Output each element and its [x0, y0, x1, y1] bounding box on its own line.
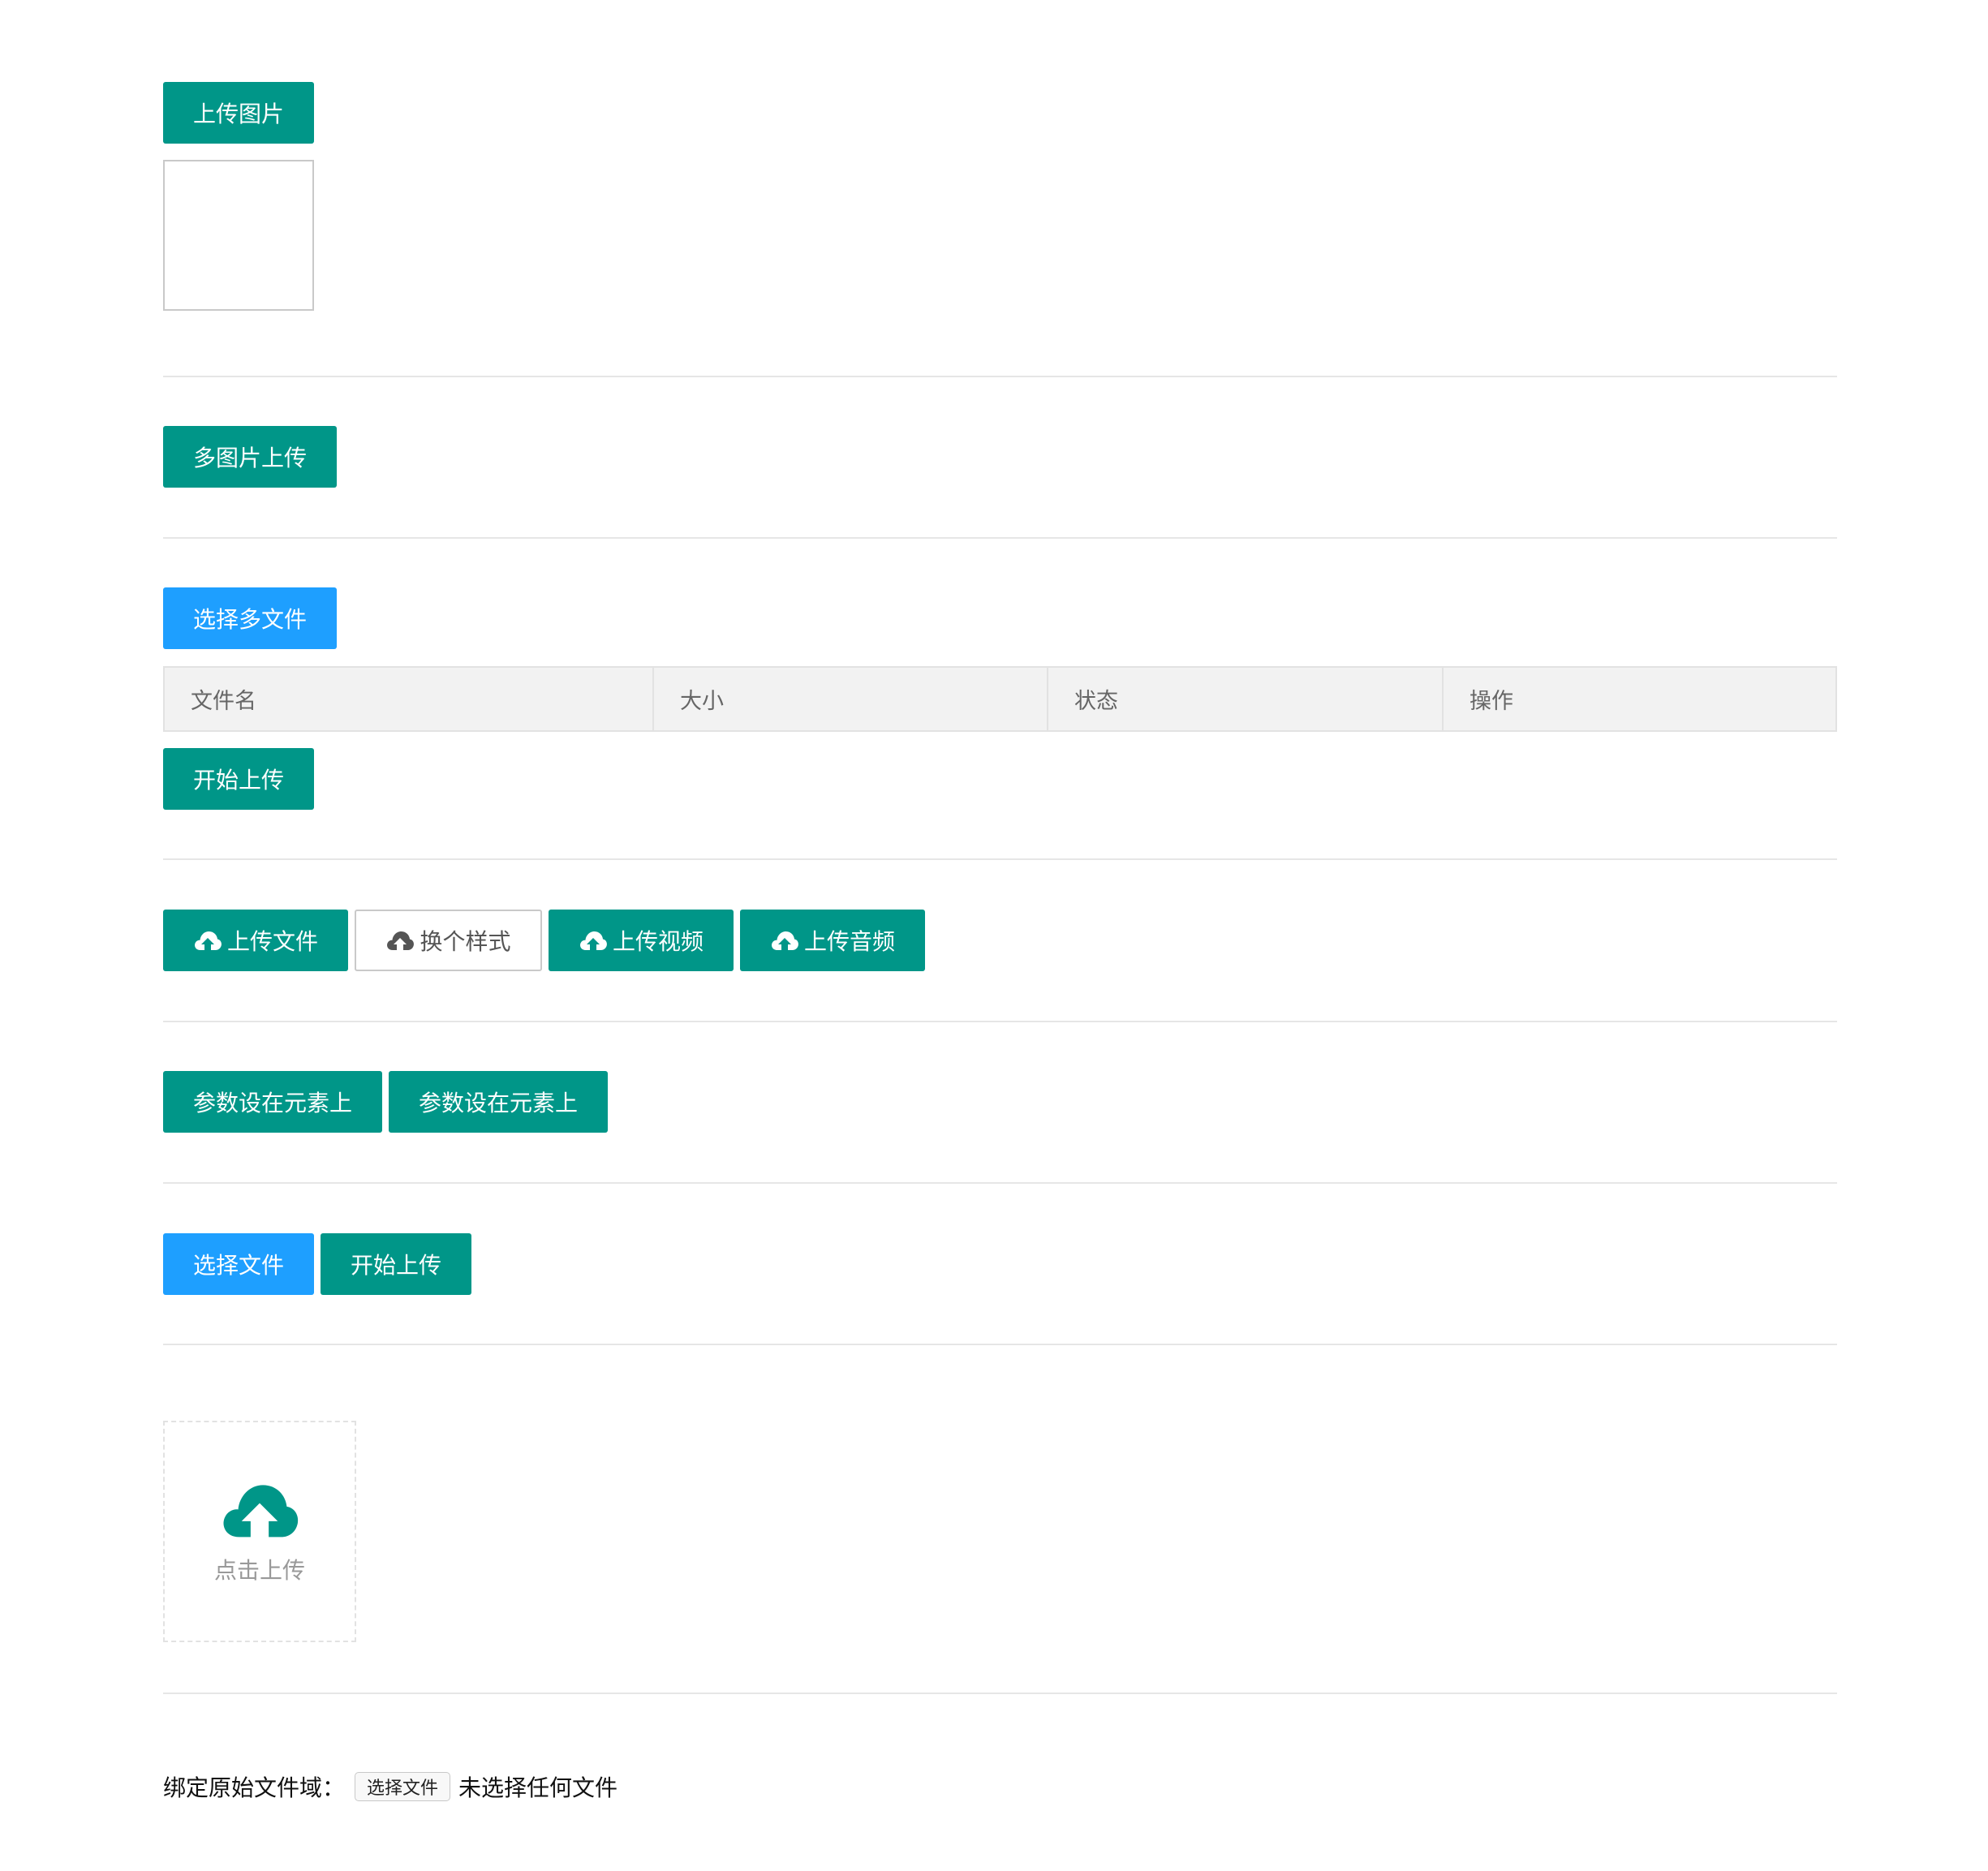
dropzone-label: 点击上传 — [213, 1556, 305, 1584]
choose-file-native-button[interactable]: 选择文件 — [355, 1772, 451, 1801]
upload-video-button[interactable]: 上传视频 — [549, 910, 734, 971]
divider — [163, 1344, 1837, 1345]
upload-image-button[interactable]: 上传图片 — [163, 82, 314, 144]
upload-file-label: 上传文件 — [226, 928, 318, 955]
cloud-upload-icon — [193, 929, 222, 952]
divider — [163, 537, 1837, 539]
upload-audio-button[interactable]: 上传音频 — [740, 910, 925, 971]
upload-video-label: 上传视频 — [612, 928, 704, 955]
divider — [163, 1021, 1837, 1022]
params-on-element-button-1[interactable]: 参数设在元素上 — [163, 1071, 382, 1133]
column-header-size: 大小 — [654, 668, 1048, 730]
divider — [163, 1182, 1837, 1184]
divider — [163, 376, 1837, 377]
change-style-label: 换个样式 — [420, 928, 511, 955]
divider — [163, 1693, 1837, 1694]
no-file-selected-text: 未选择任何文件 — [458, 1774, 618, 1801]
start-upload-button-2[interactable]: 开始上传 — [321, 1233, 471, 1295]
raw-file-input-row: 绑定原始文件域： 选择文件 未选择任何文件 — [163, 1769, 617, 1804]
column-header-actions: 操作 — [1469, 689, 1513, 714]
start-upload-button[interactable]: 开始上传 — [163, 748, 314, 810]
cloud-upload-icon — [770, 929, 799, 952]
cloud-upload-icon — [217, 1478, 302, 1542]
multi-image-upload-button[interactable]: 多图片上传 — [163, 426, 337, 488]
column-header-status: 状态 — [1048, 668, 1444, 730]
upload-demo-page: 上传图片 多图片上传 选择多文件 文件名 大小 状态 操作 开始上传 上传文件 … — [0, 0, 1988, 1871]
raw-file-input-label: 绑定原始文件域： — [163, 1774, 346, 1801]
cloud-upload-icon — [579, 929, 608, 952]
cloud-upload-icon — [385, 929, 415, 952]
upload-file-button[interactable]: 上传文件 — [163, 910, 348, 971]
click-upload-dropzone[interactable]: 点击上传 — [163, 1421, 356, 1642]
params-on-element-button-2[interactable]: 参数设在元素上 — [389, 1071, 608, 1133]
image-preview — [163, 160, 314, 311]
file-list-table-header: 文件名 大小 状态 操作 — [163, 666, 1837, 732]
select-file-button[interactable]: 选择文件 — [163, 1233, 314, 1295]
select-multiple-files-button[interactable]: 选择多文件 — [163, 587, 337, 649]
change-style-button[interactable]: 换个样式 — [355, 910, 542, 971]
divider — [163, 858, 1837, 860]
column-header-filename: 文件名 — [165, 668, 654, 730]
upload-audio-label: 上传音频 — [803, 928, 895, 955]
